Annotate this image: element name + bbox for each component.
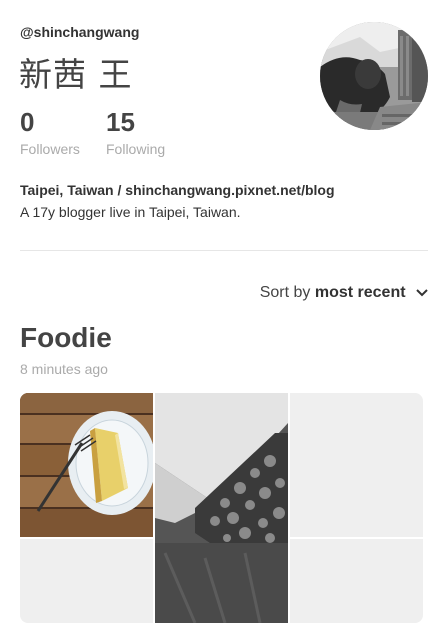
pin-cake-photo[interactable] <box>20 393 153 537</box>
profile-name: 新茜 王 <box>19 55 133 94</box>
sort-dropdown[interactable]: Sort by most recent <box>260 284 428 302</box>
pin-lace-photo[interactable] <box>155 393 288 623</box>
following-stat[interactable]: 15 Following <box>106 106 165 157</box>
board-pin-grid[interactable] <box>20 393 423 623</box>
pin-placeholder[interactable] <box>290 539 423 623</box>
pin-placeholder[interactable] <box>20 539 153 623</box>
avatar[interactable] <box>320 22 428 130</box>
board-title[interactable]: Foodie <box>20 322 112 354</box>
followers-stat[interactable]: 0 Followers <box>20 106 80 157</box>
sort-prefix: Sort by <box>259 284 311 302</box>
lace-image <box>155 393 288 623</box>
followers-label: Followers <box>20 141 80 157</box>
chevron-down-icon <box>416 284 428 302</box>
followers-count: 0 <box>20 107 35 137</box>
profile-bio: A 17y blogger live in Taipei, Taiwan. <box>20 204 241 220</box>
avatar-photo <box>320 22 428 130</box>
following-label: Following <box>106 141 166 157</box>
board-timestamp: 8 minutes ago <box>20 361 108 377</box>
cake-image <box>20 393 153 537</box>
divider <box>20 250 428 251</box>
following-count: 15 <box>106 107 135 137</box>
profile-location-link[interactable]: Taipei, Taiwan / shinchangwang.pixnet.ne… <box>20 182 335 198</box>
profile-handle: @shinchangwang <box>20 24 140 40</box>
pin-placeholder[interactable] <box>290 393 423 537</box>
sort-value: most recent <box>314 284 406 302</box>
